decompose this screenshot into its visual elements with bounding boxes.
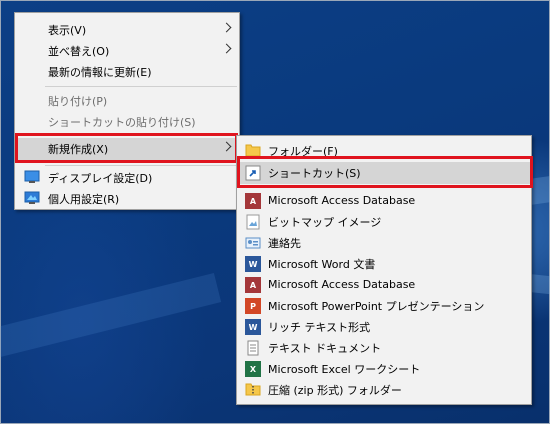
- submenu-item-text-document[interactable]: テキスト ドキュメント: [238, 337, 530, 358]
- chevron-right-icon: [221, 22, 232, 33]
- powerpoint-icon: P: [245, 298, 261, 314]
- personalize-icon: [24, 191, 40, 205]
- contact-icon: [245, 235, 261, 251]
- submenu-item-access-database-2[interactable]: A Microsoft Access Database: [238, 274, 530, 295]
- submenu-item-rich-text[interactable]: W リッチ テキスト形式: [238, 316, 530, 337]
- menu-item-sort-by[interactable]: 並べ替え(O): [16, 40, 238, 61]
- menu-item-label: 並べ替え(O): [48, 44, 110, 58]
- submenu-item-access-database[interactable]: A Microsoft Access Database: [238, 190, 530, 211]
- highlight-box-new: [15, 133, 238, 163]
- submenu-item-label: Microsoft PowerPoint プレゼンテーション: [268, 299, 485, 313]
- submenu-item-label: 連絡先: [268, 236, 301, 250]
- bitmap-icon: [245, 214, 261, 230]
- access-icon: A: [245, 193, 261, 209]
- menu-item-paste-shortcut[interactable]: ショートカットの貼り付け(S): [16, 111, 238, 132]
- submenu-item-label: ビットマップ イメージ: [268, 215, 382, 229]
- submenu-item-label: Microsoft Access Database: [268, 278, 416, 291]
- submenu-item-label: リッチ テキスト形式: [268, 320, 371, 334]
- menu-item-label: 表示(V): [48, 23, 87, 37]
- menu-item-label: ショートカットの貼り付け(S): [48, 115, 196, 129]
- chevron-right-icon: [221, 43, 232, 54]
- access-icon: A: [245, 277, 261, 293]
- submenu-item-label: テキスト ドキュメント: [268, 341, 382, 355]
- submenu-item-zip-folder[interactable]: 圧縮 (zip 形式) フォルダー: [238, 379, 530, 400]
- submenu-item-powerpoint[interactable]: P Microsoft PowerPoint プレゼンテーション: [238, 295, 530, 316]
- submenu-item-label: Microsoft Word 文書: [268, 257, 376, 271]
- submenu-item-word-document[interactable]: W Microsoft Word 文書: [238, 253, 530, 274]
- excel-icon: X: [245, 361, 261, 377]
- desktop-context-menu: 表示(V) 並べ替え(O) 最新の情報に更新(E) 貼り付け(P) ショートカッ…: [14, 12, 240, 210]
- menu-item-label: 最新の情報に更新(E): [48, 65, 152, 79]
- submenu-item-label: 圧縮 (zip 形式) フォルダー: [268, 383, 402, 397]
- display-settings-icon: [24, 170, 40, 184]
- menu-item-label: ディスプレイ設定(D): [48, 171, 153, 185]
- submenu-item-excel-worksheet[interactable]: X Microsoft Excel ワークシート: [238, 358, 530, 379]
- menu-item-display-settings[interactable]: ディスプレイ設定(D): [16, 167, 238, 188]
- submenu-item-label: Microsoft Excel ワークシート: [268, 362, 421, 376]
- menu-item-label: 貼り付け(P): [48, 94, 108, 108]
- menu-separator: [45, 86, 237, 87]
- menu-separator: [45, 165, 237, 166]
- menu-item-paste[interactable]: 貼り付け(P): [16, 90, 238, 111]
- submenu-item-label: Microsoft Access Database: [268, 194, 416, 207]
- menu-item-view[interactable]: 表示(V): [16, 19, 238, 40]
- folder-icon: [245, 143, 261, 157]
- word-icon: W: [245, 256, 261, 272]
- submenu-item-contact[interactable]: 連絡先: [238, 232, 530, 253]
- zip-folder-icon: [245, 382, 261, 396]
- rtf-icon: W: [245, 319, 261, 335]
- highlight-box-shortcut: [237, 156, 533, 188]
- menu-item-label: 個人用設定(R): [48, 192, 120, 206]
- menu-item-personalize[interactable]: 個人用設定(R): [16, 188, 238, 209]
- text-document-icon: [245, 340, 261, 356]
- menu-item-refresh[interactable]: 最新の情報に更新(E): [16, 61, 238, 82]
- submenu-item-bitmap-image[interactable]: ビットマップ イメージ: [238, 211, 530, 232]
